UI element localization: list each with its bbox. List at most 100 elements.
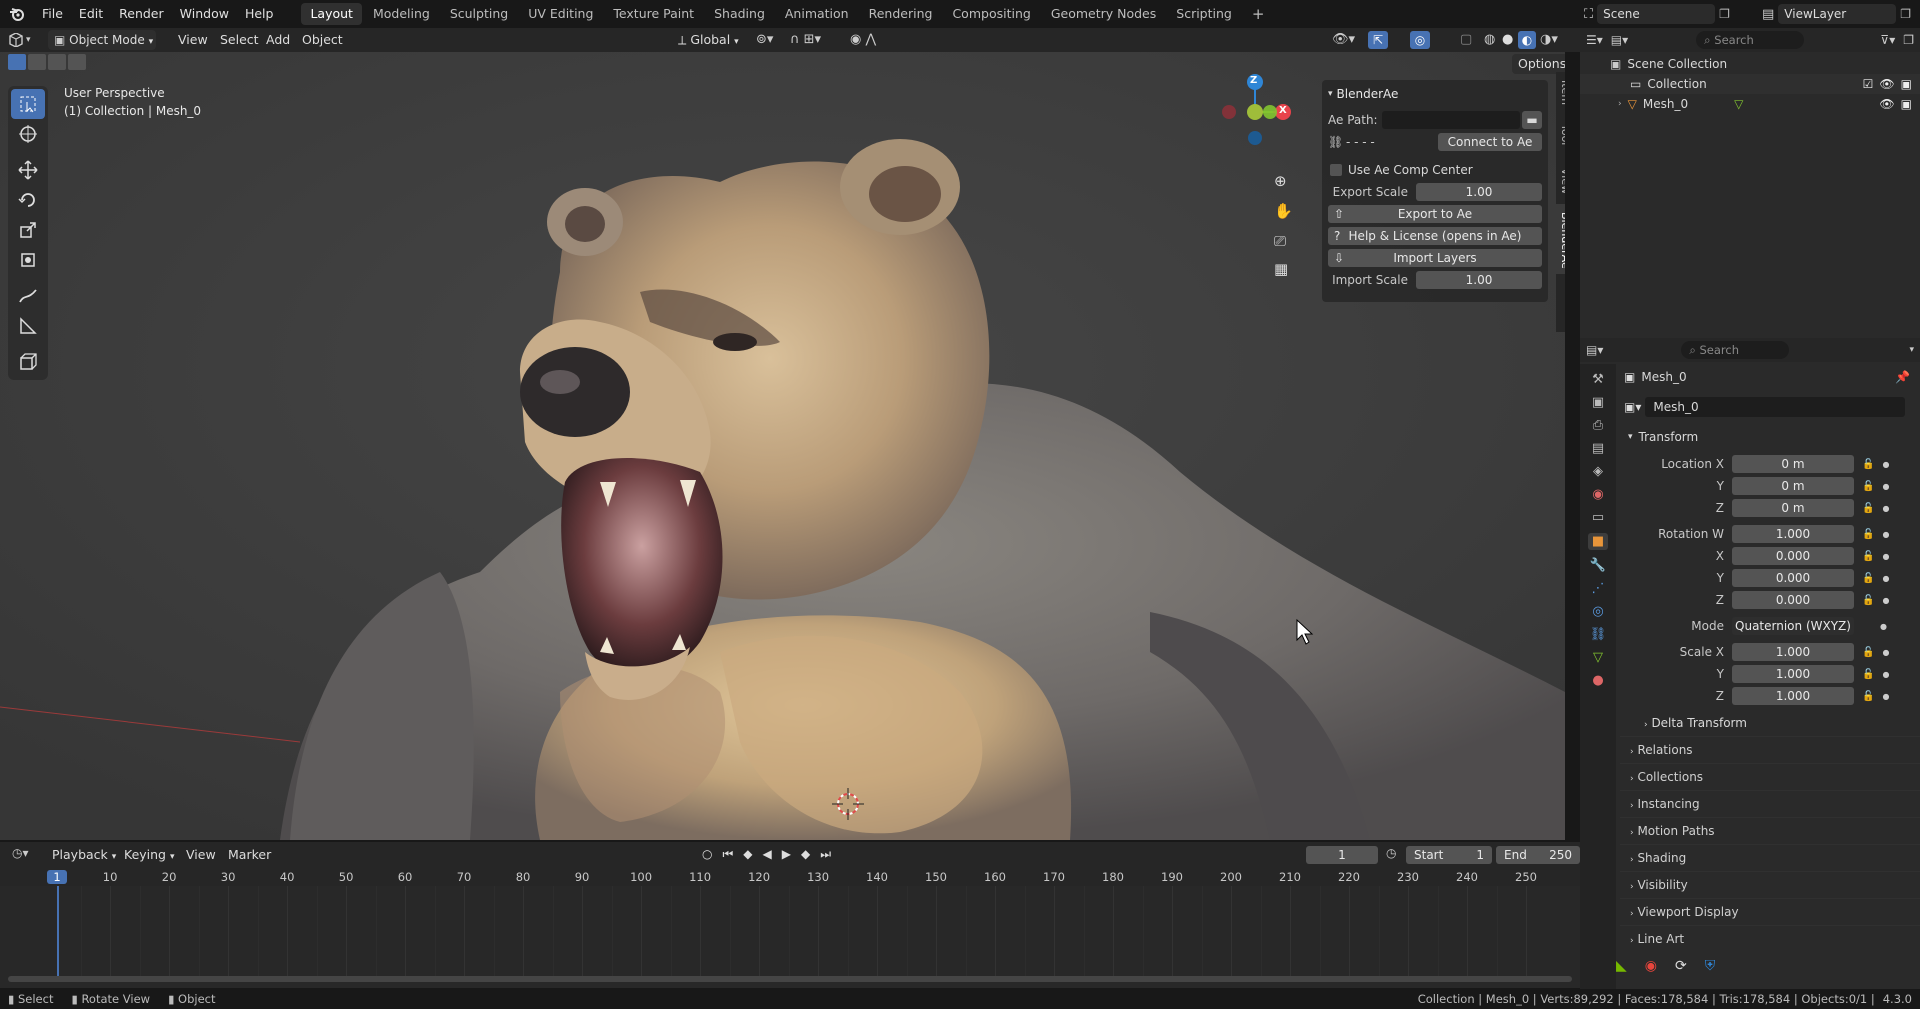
scale-x-field[interactable]: 1.000 — [1732, 643, 1854, 661]
particles-tab-icon[interactable]: ⋰ — [1592, 581, 1605, 596]
folder-icon[interactable]: ▬ — [1522, 111, 1542, 129]
filter-icon[interactable]: ⊽▾ — [1880, 33, 1895, 47]
scale-tool-icon[interactable] — [11, 215, 45, 245]
lock-icon[interactable]: 🔓 — [1862, 551, 1874, 562]
end-frame-field[interactable]: End 250 — [1496, 846, 1580, 864]
export-to-ae-button[interactable]: ⇧ Export to Ae — [1328, 205, 1542, 223]
section-relations[interactable]: › Relations — [1620, 736, 1920, 763]
display-mode-icon[interactable]: ▤▾ — [1611, 33, 1628, 47]
scale-y-field[interactable]: 1.000 — [1732, 665, 1854, 683]
constraints-tab-icon[interactable]: ⛓ — [1590, 627, 1607, 642]
shading-wireframe-icon[interactable]: ◍ — [1484, 32, 1495, 47]
new-viewlayer-icon[interactable]: ❐ — [1900, 7, 1911, 21]
menu-marker[interactable]: Marker — [222, 845, 277, 865]
measure-tool-icon[interactable] — [11, 311, 45, 341]
lock-icon[interactable]: 🔓 — [1862, 459, 1874, 470]
pivot-icon[interactable]: ⊚▾ — [756, 32, 773, 47]
jump-end-icon[interactable]: ⏭ — [820, 847, 831, 862]
scene-tab-icon[interactable]: ◈ — [1593, 464, 1603, 479]
select-box-invert-icon[interactable] — [68, 54, 86, 70]
modifier-tab-icon[interactable]: 🔧 — [1590, 558, 1606, 573]
object-tab-icon[interactable]: ■ — [1587, 533, 1609, 550]
keyframe-dot-icon[interactable]: ● — [1882, 648, 1889, 657]
playhead[interactable] — [57, 886, 59, 982]
scene-name[interactable]: Scene — [1597, 4, 1716, 24]
annotate-tool-icon[interactable] — [11, 281, 45, 311]
add-workspace-button[interactable]: + — [1243, 3, 1274, 25]
scale-z-field[interactable]: 1.000 — [1732, 687, 1854, 705]
outliner-row-mesh[interactable]: › ▽ Mesh_0 ▽ 👁 ▣ — [1580, 94, 1920, 114]
shading-rendered-icon[interactable]: ◑▾ — [1540, 32, 1558, 47]
outliner-search[interactable]: ⌕ Search — [1696, 31, 1805, 49]
3d-viewport[interactable]: User Perspective (1) Collection | Mesh_0 — [0, 52, 1565, 840]
delta-transform-header[interactable]: › Delta Transform — [1620, 710, 1920, 736]
location-z-field[interactable]: 0 m — [1732, 499, 1854, 517]
keyframe-dot-icon[interactable]: ● — [1882, 574, 1889, 583]
section-shading[interactable]: › Shading — [1620, 844, 1920, 871]
select-box-subtract-icon[interactable] — [48, 54, 66, 70]
pin-icon[interactable]: 📌 — [1895, 370, 1910, 384]
timeline-editor-icon[interactable]: ◷▾ — [12, 846, 29, 860]
tab-view[interactable]: View — [1556, 160, 1565, 204]
play-icon[interactable]: ▶ — [782, 847, 791, 862]
rotation-x-field[interactable]: 0.000 — [1732, 547, 1854, 565]
properties-editor-icon[interactable]: ▤▾ — [1586, 343, 1603, 357]
tab-geometry-nodes[interactable]: Geometry Nodes — [1042, 3, 1165, 25]
menu-edit[interactable]: Edit — [71, 0, 111, 28]
transform-tool-icon[interactable] — [11, 245, 45, 275]
section-viewport-display[interactable]: › Viewport Display — [1620, 898, 1920, 925]
tab-blenderae[interactable]: BlenderAe — [1556, 204, 1565, 274]
camera-view-icon[interactable]: ⎚ — [1274, 232, 1286, 250]
shading-solid-icon[interactable]: ● — [1502, 32, 1513, 47]
tab-modeling[interactable]: Modeling — [364, 3, 439, 25]
tab-tool[interactable]: Tool — [1556, 116, 1565, 160]
menu-playback[interactable]: Playback ▾ — [46, 845, 122, 865]
tab-layout[interactable]: Layout — [301, 3, 362, 25]
output-tab-icon[interactable]: ⎙ — [1593, 418, 1603, 433]
jump-start-icon[interactable]: ⏮ — [722, 847, 733, 862]
tab-sculpting[interactable]: Sculpting — [441, 3, 517, 25]
properties-search[interactable]: ⌕ Search — [1681, 341, 1790, 359]
add-cube-tool-icon[interactable] — [11, 347, 45, 377]
help-license-button[interactable]: ? Help & License (opens in Ae) — [1328, 227, 1542, 245]
menu-select[interactable]: Select — [214, 30, 265, 50]
tab-item[interactable]: Item — [1556, 72, 1565, 116]
rotate-tool-icon[interactable] — [11, 185, 45, 215]
keyframe-dot-icon[interactable]: ● — [1882, 482, 1889, 491]
keyframe-dot-icon[interactable]: ● — [1882, 596, 1889, 605]
rotation-y-field[interactable]: 0.000 — [1732, 569, 1854, 587]
keyframe-dot-icon[interactable]: ● — [1882, 460, 1889, 469]
datablock-icon[interactable]: ▣▾ — [1624, 400, 1641, 414]
menu-help[interactable]: Help — [237, 0, 282, 28]
blender-logo-icon[interactable] — [0, 0, 34, 28]
material-tab-icon[interactable]: ● — [1592, 673, 1603, 688]
shading-material-icon[interactable]: ◐ — [1518, 31, 1536, 49]
editor-type-icon[interactable]: ▾ — [8, 30, 38, 50]
section-collections[interactable]: › Collections — [1620, 763, 1920, 790]
rotation-z-field[interactable]: 0.000 — [1732, 591, 1854, 609]
outliner-editor-icon[interactable]: ☰▾ — [1586, 33, 1603, 47]
lock-icon[interactable]: 🔓 — [1862, 573, 1874, 584]
transform-header[interactable]: ▾ Transform — [1620, 424, 1920, 450]
keyframe-dot-icon[interactable]: ● — [1882, 670, 1889, 679]
transform-orientation-dropdown[interactable]: ⟂ Global ▾ — [672, 30, 745, 50]
zoom-view-icon[interactable]: ⊕ — [1274, 172, 1287, 190]
select-box-tool-icon[interactable] — [11, 89, 45, 119]
tab-uv-editing[interactable]: UV Editing — [519, 3, 602, 25]
section-instancing[interactable]: › Instancing — [1620, 790, 1920, 817]
keyframe-dot-icon[interactable]: ● — [1882, 552, 1889, 561]
scene-selector[interactable]: ⛶ Scene ❐ — [1584, 3, 1744, 25]
options-dropdown[interactable]: Options ▾ — [1512, 54, 1565, 74]
menu-view[interactable]: View — [172, 30, 214, 50]
use-comp-center-checkbox[interactable] — [1330, 164, 1342, 176]
outliner-row-collection[interactable]: ▭ Collection ☑ 👁 ▣ — [1580, 74, 1920, 94]
view-layer-tab-icon[interactable]: ▤ — [1592, 441, 1604, 456]
tab-animation[interactable]: Animation — [776, 3, 858, 25]
menu-file[interactable]: File — [34, 0, 71, 28]
camera-icon[interactable]: ▣ — [1901, 77, 1912, 91]
menu-render[interactable]: Render — [111, 0, 172, 28]
keyframe-dot-icon[interactable]: ● — [1882, 530, 1889, 539]
overlay-toggle-icon[interactable]: ◎ — [1410, 31, 1430, 49]
lock-icon[interactable]: 🔓 — [1862, 691, 1874, 702]
options-chevron-icon[interactable]: ▾ — [1909, 345, 1914, 355]
